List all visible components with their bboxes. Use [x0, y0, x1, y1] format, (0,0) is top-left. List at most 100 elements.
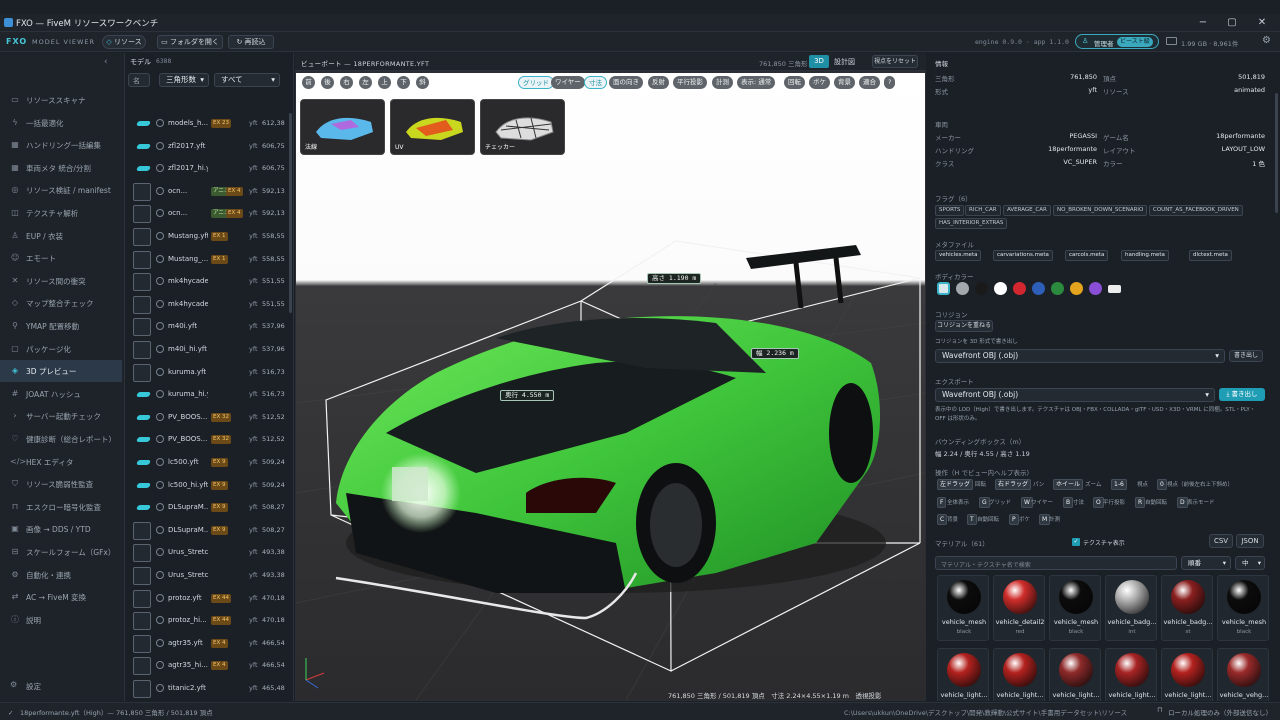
- model-row[interactable]: DLSupraM... EX 9 yft 508,27: [128, 497, 290, 519]
- sidebar-item[interactable]: ⇄ AC → FiveM 変換: [0, 586, 122, 608]
- json-button[interactable]: JSON: [1236, 534, 1264, 548]
- show-textures-checkbox[interactable]: ✓: [1072, 538, 1080, 546]
- favorite-icon[interactable]: [156, 119, 164, 127]
- model-row[interactable]: ocn... アニメ EX 4 yft 592,13: [128, 203, 290, 225]
- collision-export-button[interactable]: 書き出し: [1229, 350, 1263, 362]
- material-sort-select[interactable]: 順番 ▾: [1181, 556, 1231, 570]
- view-button[interactable]: 後: [321, 76, 334, 89]
- material-card[interactable]: vehicle_badg... st: [1161, 575, 1213, 641]
- favorite-icon[interactable]: [156, 390, 164, 399]
- sidebar-item[interactable]: ⚲ YMAP 配置移動: [0, 315, 122, 337]
- view-button[interactable]: 下: [397, 76, 410, 89]
- viewport-toggle[interactable]: 背景: [834, 76, 855, 89]
- body-color-swatch[interactable]: [1013, 282, 1026, 295]
- favorite-icon[interactable]: [156, 412, 164, 421]
- viewport-toggle[interactable]: 平行投影: [673, 76, 707, 89]
- model-row[interactable]: protoz_hi... EX 44 yft 470,18: [128, 610, 290, 632]
- favorite-icon[interactable]: [156, 616, 164, 625]
- normal-map-thumb[interactable]: 法線: [300, 99, 385, 155]
- model-row[interactable]: mk4hycade.yft yft 551,55: [128, 271, 290, 293]
- sidebar-item[interactable]: ◫ テクスチャ解析: [0, 202, 122, 224]
- favorite-icon[interactable]: [156, 503, 164, 512]
- sidebar-item[interactable]: ▦ 車両メタ 統合/分割: [0, 157, 122, 179]
- collision-format-select[interactable]: Wavefront OBJ (.obj) ▾: [935, 349, 1225, 363]
- body-color-swatch[interactable]: [1089, 282, 1102, 295]
- meta-file-tag[interactable]: carvariations.meta: [993, 250, 1053, 261]
- body-color-swatch[interactable]: [1051, 282, 1064, 295]
- material-card[interactable]: vehicle_mesh black: [1049, 575, 1101, 641]
- favorite-icon[interactable]: [156, 480, 164, 489]
- sidebar-item[interactable]: ▭ リソーススキャナ: [0, 89, 122, 111]
- model-row[interactable]: kuruma.yft yft 516,73: [128, 362, 290, 384]
- collapse-icon[interactable]: ‹: [104, 57, 108, 67]
- material-card[interactable]: vehicle_light...: [993, 648, 1045, 701]
- minimize-icon[interactable]: −: [1193, 16, 1213, 29]
- sidebar-item[interactable]: ◈ 3D プレビュー: [0, 360, 122, 383]
- model-row[interactable]: zfl2017_hi.yft yft 606,75: [128, 158, 290, 180]
- model-row[interactable]: Mustang.yft EX 1 yft 558,55: [128, 226, 290, 248]
- material-card[interactable]: vehicle_badg... int: [1105, 575, 1157, 641]
- model-row[interactable]: m40i_hi.yft yft 537,96: [128, 339, 290, 361]
- sidebar-item[interactable]: ⊟ スケールフォーム（GFx）: [0, 541, 122, 563]
- model-row[interactable]: titanic2.yft yft 465,48: [128, 678, 290, 700]
- viewport-toggle[interactable]: 適合: [859, 76, 880, 89]
- favorite-icon[interactable]: [156, 277, 164, 286]
- sort-select[interactable]: 三角形数 ▾: [159, 73, 209, 87]
- model-filter-input[interactable]: 名: [128, 73, 150, 87]
- model-row[interactable]: agtr35_hi... EX 4 yft 466,54: [128, 655, 290, 677]
- body-color-swatch[interactable]: [1070, 282, 1083, 295]
- resource-button[interactable]: ◇ リソース: [102, 35, 146, 49]
- model-row[interactable]: Mustang_... EX 1 yft 558,55: [128, 249, 290, 271]
- sidebar-item[interactable]: ☺ エモート: [0, 247, 122, 269]
- view-button[interactable]: 右: [340, 76, 353, 89]
- model-row[interactable]: ocn... アニメ EX 4 yft 592,13: [128, 181, 290, 203]
- viewport-toggle[interactable]: 寸法: [584, 76, 607, 89]
- favorite-icon[interactable]: [156, 593, 164, 602]
- maximize-icon[interactable]: ▢: [1222, 16, 1242, 29]
- sidebar-item[interactable]: ▦ ハンドリング一括編集: [0, 134, 122, 156]
- sidebar-settings[interactable]: ⚙ 設定: [0, 677, 122, 695]
- favorite-icon[interactable]: [156, 141, 164, 150]
- favorite-icon[interactable]: [156, 186, 164, 195]
- mode-plan-button[interactable]: 設計図: [834, 57, 855, 67]
- favorite-icon[interactable]: [156, 322, 164, 331]
- role-badge[interactable]: ♙ 管理者 ビースト級: [1075, 34, 1159, 49]
- favorite-icon[interactable]: [156, 232, 164, 240]
- favorite-icon[interactable]: [156, 254, 164, 263]
- favorite-icon[interactable]: [156, 458, 164, 466]
- sidebar-item[interactable]: </> HEX エディタ: [0, 451, 122, 473]
- material-card[interactable]: vehicle_light...: [1105, 648, 1157, 701]
- model-row[interactable]: models_h... EX 23 yft 612,38: [128, 113, 290, 135]
- viewport-toggle[interactable]: グリッド: [518, 76, 554, 89]
- material-size-select[interactable]: 中 ▾: [1235, 556, 1265, 570]
- view-button[interactable]: 斜: [416, 76, 429, 89]
- model-row[interactable]: PV_BOOS... EX 32 yft 512,52: [128, 429, 290, 451]
- sidebar-item[interactable]: ϟ 一括最適化: [0, 112, 122, 134]
- material-card[interactable]: vehicle_vehg...: [1217, 648, 1269, 701]
- sidebar-item[interactable]: ♡ 健康診断（総合レポート）: [0, 428, 122, 450]
- viewport-toggle[interactable]: 面の向き: [609, 76, 643, 89]
- model-row[interactable]: kuruma_hi.yft yft 516,73: [128, 384, 290, 406]
- model-row[interactable]: Urus_Stretch_6.yft yft 493,38: [128, 542, 290, 564]
- favorite-icon[interactable]: [156, 435, 164, 444]
- sidebar-item[interactable]: ⊓ エスクロー暗号化監査: [0, 496, 122, 518]
- type-select[interactable]: すべて ▾: [214, 73, 280, 87]
- material-card[interactable]: vehicle_light...: [1161, 648, 1213, 701]
- model-list-scrollbar[interactable]: [289, 113, 292, 313]
- favorite-icon[interactable]: [156, 684, 164, 692]
- sidebar-item[interactable]: ⚙ 自動化・連携: [0, 564, 122, 586]
- export-format-select[interactable]: Wavefront OBJ (.obj) ▾: [935, 388, 1215, 402]
- favorite-icon[interactable]: [156, 661, 164, 670]
- favorite-icon[interactable]: [156, 638, 164, 647]
- mode-3d-button[interactable]: 3D: [809, 55, 829, 68]
- uv-map-thumb[interactable]: UV: [390, 99, 475, 155]
- reset-view-button[interactable]: 視点をリセット: [872, 55, 918, 68]
- sidebar-item[interactable]: ♙ EUP / 衣装: [0, 225, 122, 247]
- model-row[interactable]: zfl2017.yft yft 606,75: [128, 136, 290, 158]
- view-button[interactable]: 左: [359, 76, 372, 89]
- model-row[interactable]: DLSupraM... EX 9 yft 508,27: [128, 520, 290, 542]
- body-color-swatch[interactable]: [994, 282, 1007, 295]
- sidebar-item[interactable]: › サーバー起動チェック: [0, 405, 122, 427]
- model-row[interactable]: agtr35.yft EX 4 yft 466,54: [128, 633, 290, 655]
- meta-file-tag[interactable]: vehicles.meta: [935, 250, 982, 261]
